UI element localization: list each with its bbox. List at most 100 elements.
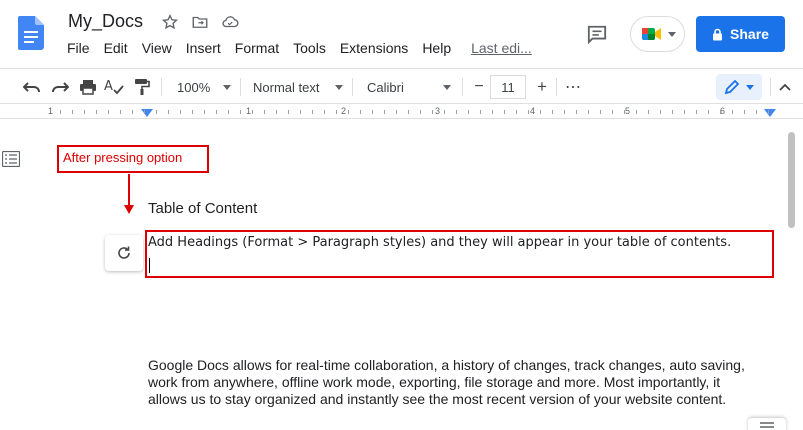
document-outline-icon[interactable] <box>2 151 20 167</box>
ruler-tick <box>408 110 409 114</box>
ruler-tick <box>396 110 397 114</box>
comment-history-button[interactable] <box>584 21 610 47</box>
ruler-tick <box>756 110 757 114</box>
ruler-tick <box>204 110 205 114</box>
docs-logo-icon[interactable] <box>18 16 44 50</box>
toolbar-divider <box>240 78 241 96</box>
print-icon[interactable] <box>77 76 99 98</box>
annotation-highlight-box <box>145 230 774 278</box>
ruler-tick <box>144 110 145 114</box>
meet-button[interactable] <box>630 16 685 52</box>
ruler-tick <box>252 110 253 114</box>
ruler-tick <box>384 110 385 114</box>
chevron-down-icon <box>746 84 754 90</box>
paragraph-style-select[interactable]: Normal text <box>253 75 344 99</box>
comment-icon <box>587 25 607 44</box>
last-edit-link[interactable]: Last edi... <box>471 40 532 56</box>
zoom-value: 100% <box>177 79 211 95</box>
menu-format[interactable]: Format <box>235 40 279 56</box>
document-title[interactable]: My_Docs <box>68 11 143 32</box>
font-select[interactable]: Calibri <box>367 75 451 99</box>
spellcheck-icon[interactable]: A <box>103 76 125 98</box>
decrease-font-size-button[interactable]: − <box>468 76 490 98</box>
toc-heading[interactable]: Table of Content <box>148 200 257 217</box>
ruler-tick <box>360 110 361 114</box>
ruler-number: 4 <box>530 106 536 116</box>
cloud-status-icon[interactable] <box>220 12 240 32</box>
ruler-tick <box>612 110 613 114</box>
menu-insert[interactable]: Insert <box>186 40 221 56</box>
menu-edit[interactable]: Edit <box>104 40 128 56</box>
ruler-number: 1 <box>48 106 54 116</box>
toolbar-divider <box>161 78 162 96</box>
ruler-tick <box>264 110 265 114</box>
more-options-button[interactable]: ⋯ <box>562 76 584 98</box>
left-indent-marker-icon[interactable] <box>141 109 153 118</box>
chevron-up-icon[interactable] <box>774 76 796 98</box>
paragraph-style-value: Normal text <box>253 79 320 95</box>
scrollbar-thumb[interactable] <box>788 132 795 228</box>
redo-icon[interactable] <box>49 76 71 98</box>
annotation-label: After pressing option <box>63 150 183 165</box>
toolbar-divider <box>556 78 557 96</box>
menu-help[interactable]: Help <box>422 40 451 56</box>
toolbar-divider <box>770 78 771 96</box>
ruler-tick <box>624 110 625 114</box>
editing-mode-button[interactable] <box>716 74 762 100</box>
font-value: Calibri <box>367 79 404 95</box>
update-toc-button[interactable] <box>105 235 143 271</box>
zoom-select[interactable]: 100% <box>177 75 232 99</box>
body-paragraph[interactable]: Google Docs allows for real-time collabo… <box>148 357 748 408</box>
refresh-icon <box>118 246 130 259</box>
ruler-tick <box>120 110 121 114</box>
ruler-tick <box>600 110 601 114</box>
toolbar-divider <box>462 78 463 96</box>
ruler-tick <box>636 110 637 114</box>
ruler[interactable]: 1 1 2 3 4 5 6 <box>0 105 803 119</box>
ruler-tick <box>528 110 529 114</box>
ruler-tick <box>732 110 733 114</box>
menu-tools[interactable]: Tools <box>293 40 326 56</box>
ruler-tick <box>228 110 229 114</box>
increase-font-size-button[interactable]: + <box>531 76 553 98</box>
ruler-number: 1 <box>246 106 252 116</box>
ruler-tick <box>192 110 193 114</box>
ruler-tick <box>480 110 481 114</box>
undo-icon[interactable] <box>21 76 43 98</box>
star-icon[interactable] <box>160 12 180 32</box>
ruler-tick <box>456 110 457 114</box>
move-to-folder-icon[interactable] <box>190 12 210 32</box>
share-button[interactable]: Share <box>696 16 785 52</box>
ruler-tick <box>768 110 769 114</box>
share-label: Share <box>730 26 769 42</box>
explore-button[interactable] <box>748 418 786 430</box>
title-bar: My_Docs File Edit View Insert Format Too… <box>0 0 803 66</box>
ruler-tick <box>324 110 325 114</box>
ruler-tick <box>156 110 157 114</box>
chevron-down-icon <box>223 84 232 90</box>
chevron-down-icon <box>442 84 451 90</box>
ruler-tick <box>468 110 469 114</box>
ruler-tick <box>180 110 181 114</box>
menu-file[interactable]: File <box>67 40 90 56</box>
ruler-number: 3 <box>435 106 441 116</box>
toolbar: A 100% Normal text Calibri − 11 + ⋯ <box>0 68 803 104</box>
paint-format-icon[interactable] <box>131 76 153 98</box>
ruler-tick <box>276 110 277 114</box>
ruler-tick <box>444 110 445 114</box>
annotation-arrow <box>128 174 130 206</box>
chevron-down-icon <box>667 31 676 37</box>
explore-icon <box>760 422 774 428</box>
font-size-input[interactable]: 11 <box>490 75 526 99</box>
ruler-number: 5 <box>625 106 631 116</box>
menu-view[interactable]: View <box>142 40 172 56</box>
ruler-tick <box>132 110 133 114</box>
meet-icon <box>641 28 661 40</box>
ruler-tick <box>432 110 433 114</box>
ruler-tick <box>564 110 565 114</box>
ruler-number: 2 <box>341 106 347 116</box>
right-indent-marker-icon[interactable] <box>764 109 776 118</box>
menu-extensions[interactable]: Extensions <box>340 40 408 56</box>
annotation-arrow-head <box>124 205 134 214</box>
ruler-tick <box>696 110 697 114</box>
